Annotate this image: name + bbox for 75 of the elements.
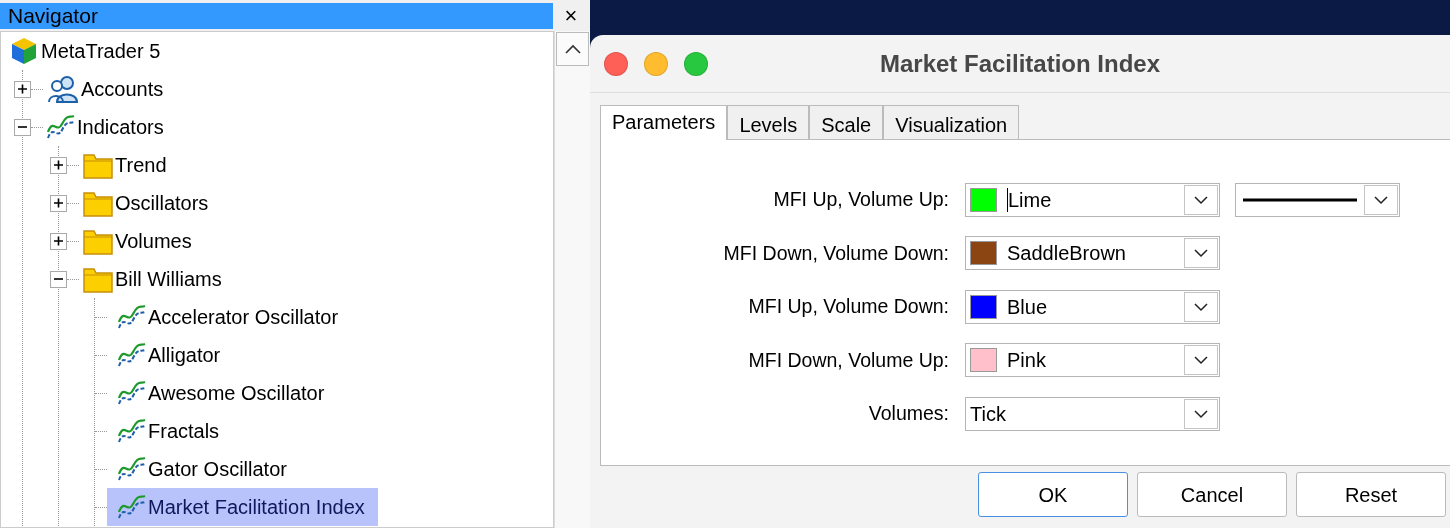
tree-item[interactable]: Oscillators [79,184,222,222]
expand-toggle[interactable] [50,232,67,250]
dropdown-button[interactable] [1184,291,1218,322]
chevron-down-icon [1193,194,1209,205]
expand-toggle[interactable] [14,80,31,98]
tree-item[interactable]: Indicators [43,108,177,146]
users-icon [47,74,79,104]
wave-icon [47,114,75,140]
select-field[interactable]: Tick [965,396,1220,431]
wave-icon [118,494,146,520]
expand-toggle[interactable] [14,118,31,136]
tree-item[interactable]: Bill Williams [79,260,235,298]
panel-title: Navigator [0,2,553,29]
field-label: Volumes: [867,401,950,427]
scroll-up-button[interactable] [556,32,589,66]
line-style-dropdown[interactable] [1235,182,1400,217]
wave-icon [118,456,146,482]
dialog-title: Market Facilitation Index [878,48,1162,79]
plus-icon [52,159,65,171]
dialog-button[interactable]: OK [978,472,1128,517]
tab[interactable]: Scale [809,105,884,139]
tree-item[interactable]: MetaTrader 5 [5,32,174,70]
folder-icon [83,189,113,217]
dropdown-button[interactable] [1184,184,1218,215]
wave-icon [118,380,146,406]
dialog-button[interactable]: Cancel [1137,472,1287,517]
tree-item[interactable]: Trend [79,146,180,184]
tree-item[interactable]: Gator Oscillator [107,450,300,488]
plus-icon [52,235,65,247]
wave-icon [118,304,146,330]
field-label: MFI Down, Volume Up: [747,347,950,373]
wave-icon [118,342,146,368]
dropdown-button[interactable] [1184,398,1218,429]
tab[interactable]: Parameters [600,105,728,140]
dialog-button[interactable]: Reset [1296,472,1446,517]
plus-icon [52,197,65,209]
chevron-up-icon [563,42,582,56]
color-dropdown[interactable]: Pink [965,343,1220,378]
color-dropdown[interactable]: Blue [965,289,1220,324]
tree-item[interactable]: Volumes [79,222,205,260]
tree-item[interactable]: Fractals [107,412,233,450]
tree-item[interactable]: Accounts [43,70,177,108]
expand-toggle[interactable] [50,194,67,212]
folder-icon [83,265,113,293]
expand-toggle[interactable] [50,156,67,174]
tree-item[interactable]: Market Facilitation Index [107,488,378,526]
tree-item[interactable]: Alligator [107,336,234,374]
field-label: MFI Down, Volume Down: [722,240,950,266]
minimize-button[interactable] [644,51,668,76]
tab[interactable]: Levels [727,105,810,139]
scrollbar[interactable] [554,31,590,528]
field-label: MFI Up, Volume Down: [747,294,950,320]
tab[interactable]: Visualization [883,105,1020,139]
chevron-down-icon [1193,301,1209,312]
folder-icon [83,151,113,179]
dropdown-button[interactable] [1184,238,1218,269]
dropdown-button[interactable] [1364,184,1398,215]
close-button[interactable] [604,51,628,76]
tree-item[interactable]: Awesome Oscillator [107,374,338,412]
plus-icon [16,83,29,95]
field-label: MFI Up, Volume Up: [772,187,950,213]
chevron-down-icon [1193,355,1209,366]
dropdown-button[interactable] [1184,345,1218,376]
folder-icon [83,227,113,255]
color-dropdown[interactable]: Lime [965,182,1220,217]
color-dropdown[interactable]: SaddleBrown [965,236,1220,271]
close-button[interactable]: × [553,4,589,27]
chevron-down-icon [1193,248,1209,259]
logo-icon [9,36,39,66]
chevron-down-icon [1193,408,1209,419]
tree-item[interactable]: Accelerator Oscillator [107,298,352,336]
wave-icon [118,418,146,444]
zoom-button[interactable] [684,51,708,76]
expand-toggle[interactable] [50,270,67,288]
chevron-down-icon [1373,194,1389,205]
